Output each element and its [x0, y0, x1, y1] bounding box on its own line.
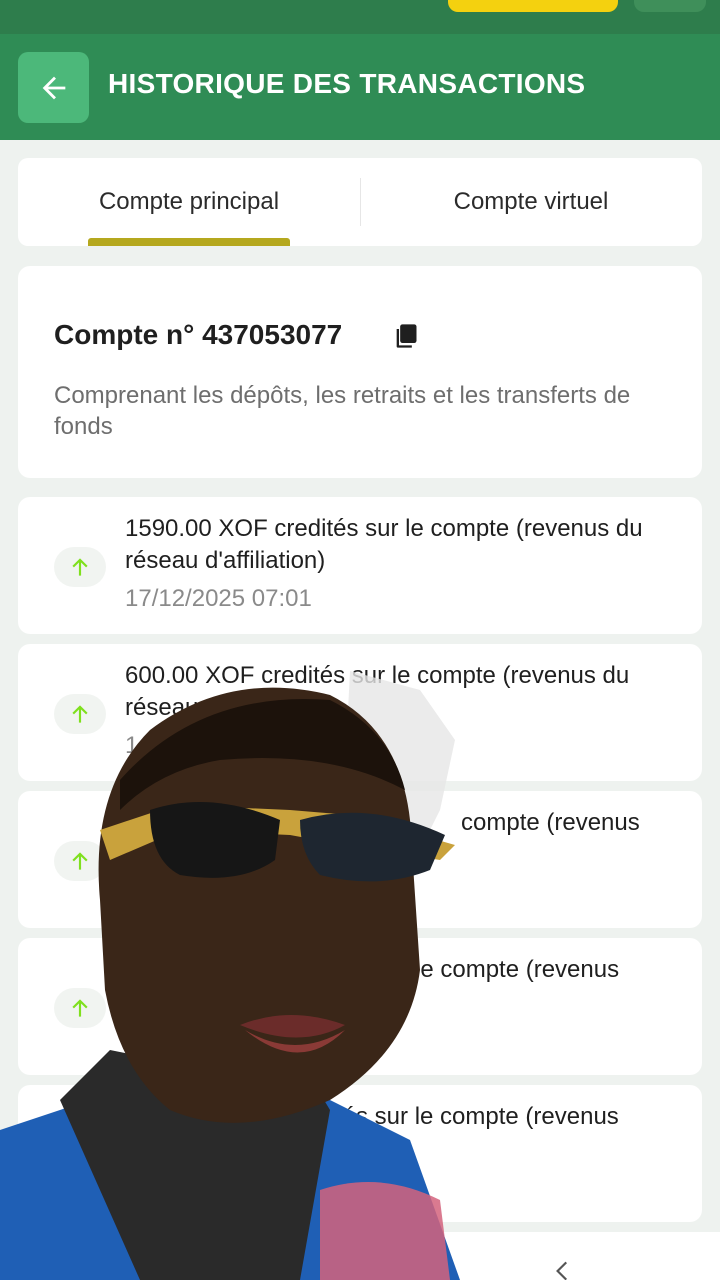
- credit-arrow-icon: [54, 547, 106, 587]
- chevron-left-icon[interactable]: [550, 1258, 576, 1280]
- account-number: Compte n° 437053077: [54, 319, 343, 350]
- menu-button[interactable]: [634, 0, 706, 12]
- back-button[interactable]: [18, 52, 89, 123]
- account-tabs: Compte principal Compte virtuel: [18, 158, 702, 246]
- transaction-text: 1590.00 XOF credités sur le compte (reve…: [125, 515, 643, 574]
- status-strip: [0, 0, 720, 34]
- deposit-button[interactable]: [448, 0, 618, 12]
- copy-icon[interactable]: [392, 322, 420, 350]
- account-card: Compte n° 437053077 Comprenant les dépôt…: [18, 266, 702, 478]
- arrow-left-icon: [42, 76, 65, 99]
- tab-compte-principal[interactable]: Compte principal: [18, 158, 360, 246]
- transaction-date: 17/12/2025 07:01: [125, 585, 312, 612]
- active-tab-indicator: [88, 238, 290, 246]
- person-photo-overlay: [0, 671, 460, 1280]
- tab-compte-virtuel[interactable]: Compte virtuel: [360, 158, 702, 246]
- transaction-item[interactable]: 1590.00 XOF credités sur le compte (reve…: [18, 497, 702, 634]
- app-header: HISTORIQUE DES TRANSACTIONS: [0, 34, 720, 140]
- account-description: Comprenant les dépôts, les retraits et l…: [54, 382, 631, 440]
- transaction-text: compte (revenus: [461, 809, 640, 836]
- page-title: HISTORIQUE DES TRANSACTIONS: [108, 68, 586, 99]
